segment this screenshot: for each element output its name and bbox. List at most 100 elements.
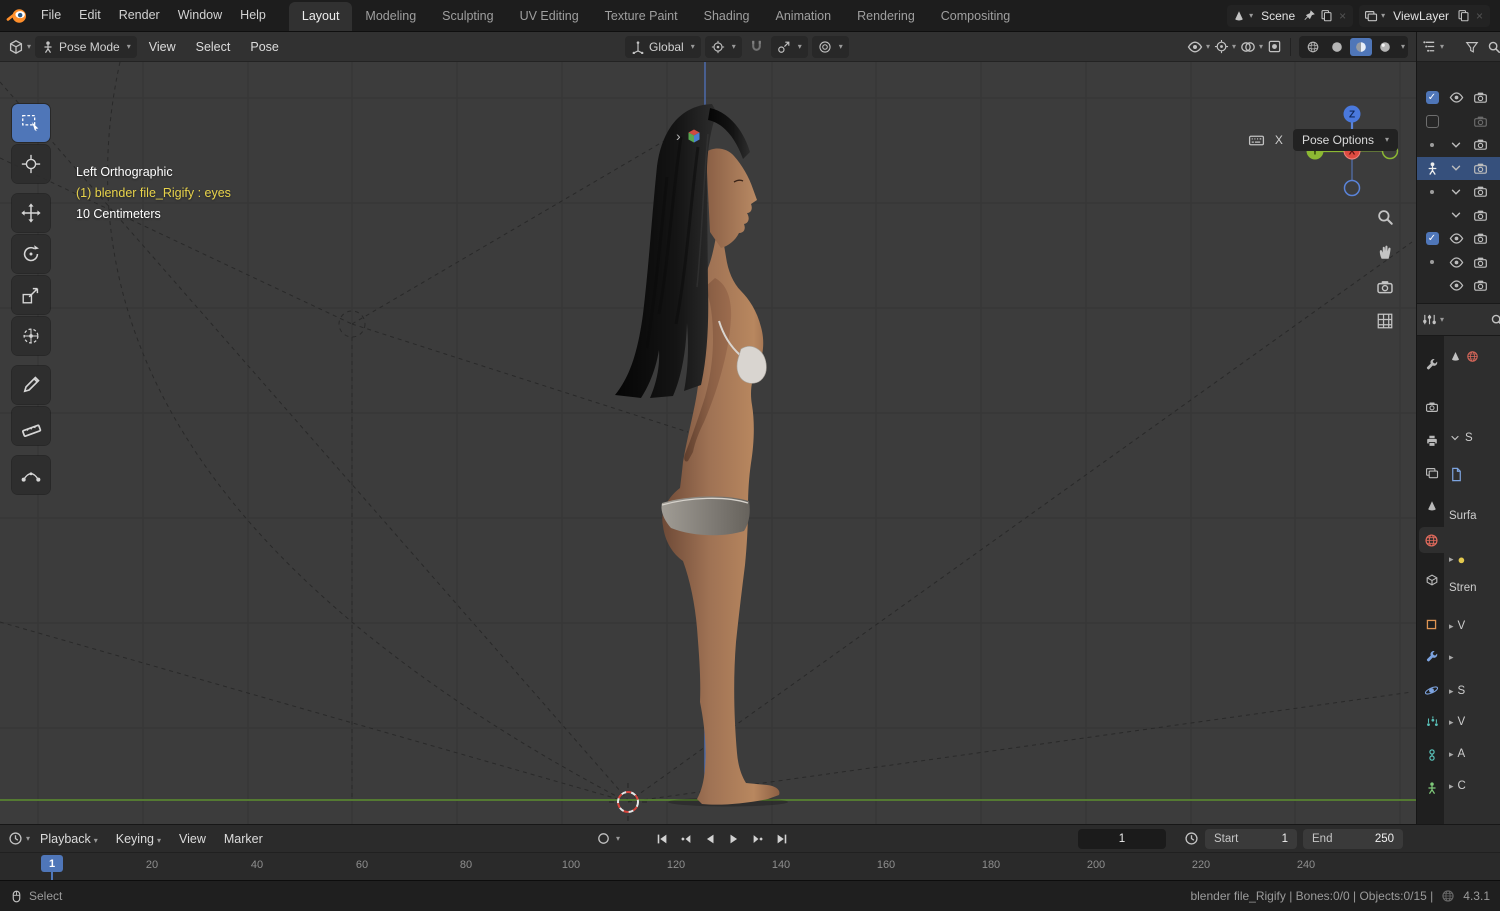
tab-output-icon[interactable]	[1419, 428, 1444, 454]
tool-rotate[interactable]	[12, 235, 50, 273]
pan-hand-button[interactable]	[1371, 238, 1399, 266]
xray-toggle-icon[interactable]	[1267, 39, 1282, 54]
collapsed-panel[interactable]: ▸ V	[1449, 620, 1465, 632]
proportional-editing-selector[interactable]: ▾	[811, 35, 849, 58]
current-frame-field[interactable]: 1	[1078, 828, 1166, 849]
eye-icon[interactable]	[1448, 255, 1464, 270]
shading-rendered-icon[interactable]	[1374, 38, 1396, 56]
pivot-point-selector[interactable]: ▾	[704, 35, 742, 58]
tab-sculpting[interactable]: Sculpting	[429, 2, 506, 31]
tab-layout[interactable]: Layout	[288, 2, 353, 31]
pose-options-dropdown[interactable]: Pose Options ▾	[1292, 129, 1398, 151]
editor-type-properties-icon[interactable]: ▾	[1422, 312, 1444, 327]
navigation-gizmo[interactable]: Z Y X	[1305, 104, 1399, 198]
tab-shading[interactable]: Shading	[691, 2, 763, 31]
object-visibility-icon[interactable]: ▾	[1187, 39, 1210, 55]
menu-select[interactable]: Select	[188, 40, 239, 54]
tab-modeling[interactable]: Modeling	[352, 2, 429, 31]
camera-restrict-icon[interactable]	[1472, 255, 1488, 270]
outliner-row[interactable]	[1417, 110, 1500, 134]
menu-view[interactable]: View	[141, 40, 184, 54]
tab-render-icon[interactable]	[1419, 394, 1444, 420]
tab-view-layer-icon[interactable]	[1419, 460, 1444, 486]
new-viewlayer-icon[interactable]	[1457, 9, 1470, 22]
menu-pose[interactable]: Pose	[242, 40, 287, 54]
gizmos-toggle-icon[interactable]: ▾	[1214, 39, 1236, 54]
zoom-button[interactable]	[1371, 203, 1399, 231]
remove-viewlayer-icon[interactable]: ×	[1474, 9, 1485, 23]
tool-move[interactable]	[12, 194, 50, 232]
color-swatch[interactable]: ●	[1458, 552, 1466, 567]
properties-search-icon[interactable]	[1490, 313, 1500, 327]
menu-help[interactable]: Help	[231, 0, 275, 31]
tab-object-data-icon[interactable]	[1419, 775, 1444, 801]
tool-annotate[interactable]	[12, 366, 50, 404]
tab-particles-icon[interactable]	[1419, 709, 1444, 735]
play-reverse-button[interactable]	[698, 829, 721, 849]
tool-pose-breakdowner[interactable]	[12, 456, 50, 494]
collapsed-panel[interactable]: ▸ V	[1449, 716, 1465, 728]
tool-cursor[interactable]	[12, 145, 50, 183]
tool-measure[interactable]	[12, 407, 50, 445]
keymap-icon[interactable]	[1248, 132, 1265, 149]
use-preview-range-clock-icon[interactable]	[1184, 831, 1199, 846]
tab-constraints-icon[interactable]	[1419, 742, 1444, 768]
menu-render[interactable]: Render	[110, 0, 169, 31]
collapsed-panel[interactable]: ▸ C	[1449, 780, 1466, 792]
play-button[interactable]	[722, 829, 745, 849]
snap-toggle-magnet-icon[interactable]	[746, 39, 767, 54]
camera-restrict-icon[interactable]	[1472, 137, 1488, 152]
scene-name[interactable]: Scene	[1257, 9, 1299, 23]
jump-to-end-button[interactable]	[770, 829, 793, 849]
eye-icon[interactable]	[1448, 231, 1464, 246]
tool-transform[interactable]	[12, 317, 50, 355]
gizmo-z-neg-axis[interactable]	[1343, 179, 1361, 197]
camera-restrict-icon[interactable]	[1472, 114, 1488, 129]
shortcut-x-label[interactable]: X	[1275, 133, 1283, 147]
tab-rendering[interactable]: Rendering	[844, 2, 928, 31]
unlink-scene-icon[interactable]: ×	[1337, 9, 1348, 23]
camera-restrict-icon[interactable]	[1472, 231, 1488, 246]
collapsed-panel[interactable]: ▸	[1449, 652, 1458, 663]
outliner-row[interactable]	[1417, 133, 1500, 157]
transform-orientation-selector[interactable]: Global ▾	[625, 35, 701, 58]
outliner-row[interactable]: ✓	[1417, 227, 1500, 251]
network-icon[interactable]	[1441, 889, 1455, 903]
color-property-row[interactable]: ▸ ●	[1449, 552, 1465, 567]
camera-view-button[interactable]	[1371, 273, 1399, 301]
header-collapse-toggle[interactable]: ›	[676, 128, 702, 144]
scene-browse-icon[interactable]: ▾	[1232, 9, 1253, 23]
tab-physics-icon[interactable]	[1419, 677, 1444, 703]
new-scene-icon[interactable]	[1320, 9, 1333, 22]
next-keyframe-button[interactable]	[746, 829, 769, 849]
menu-edit[interactable]: Edit	[70, 0, 110, 31]
editor-type-timeline-icon[interactable]: ▾	[8, 831, 30, 846]
menu-playback[interactable]: Playback ▾	[32, 832, 106, 846]
jump-to-start-button[interactable]	[650, 829, 673, 849]
auto-keying-record-icon[interactable]	[596, 831, 611, 846]
eye-icon[interactable]	[1448, 278, 1464, 293]
previous-keyframe-button[interactable]	[674, 829, 697, 849]
viewlayer-browse-icon[interactable]: ▾	[1364, 9, 1385, 23]
outliner-row[interactable]	[1417, 180, 1500, 204]
tab-texture-paint[interactable]: Texture Paint	[592, 2, 691, 31]
timeline-ruler[interactable]: 20 40 60 80 100 120 140 160 180 200 220 …	[0, 852, 1500, 881]
menu-keying[interactable]: Keying ▾	[108, 832, 169, 846]
editor-type-3dviewport-icon[interactable]: ▾	[8, 39, 31, 55]
collapsed-panel[interactable]: ▸ A	[1449, 748, 1465, 760]
panel-header-surface[interactable]: S	[1449, 432, 1473, 444]
tab-object-icon[interactable]	[1419, 611, 1444, 637]
snap-target-selector[interactable]: ▾	[770, 35, 808, 58]
orthographic-toggle-button[interactable]	[1371, 307, 1399, 335]
outliner-row[interactable]	[1417, 251, 1500, 275]
tab-scene-icon[interactable]	[1419, 493, 1444, 519]
tab-uv-editing[interactable]: UV Editing	[507, 2, 592, 31]
viewlayer-name[interactable]: ViewLayer	[1389, 9, 1453, 23]
menu-marker[interactable]: Marker	[216, 832, 271, 846]
viewport-canvas[interactable]: Left Orthographic (1) blender file_Rigif…	[0, 62, 1416, 824]
chevron-down-icon[interactable]	[1448, 161, 1464, 175]
frame-end-field[interactable]: End 250	[1303, 828, 1403, 849]
outliner-filter-icon[interactable]	[1465, 40, 1479, 54]
chevron-down-icon[interactable]	[1448, 185, 1464, 199]
camera-restrict-icon[interactable]	[1472, 208, 1488, 223]
